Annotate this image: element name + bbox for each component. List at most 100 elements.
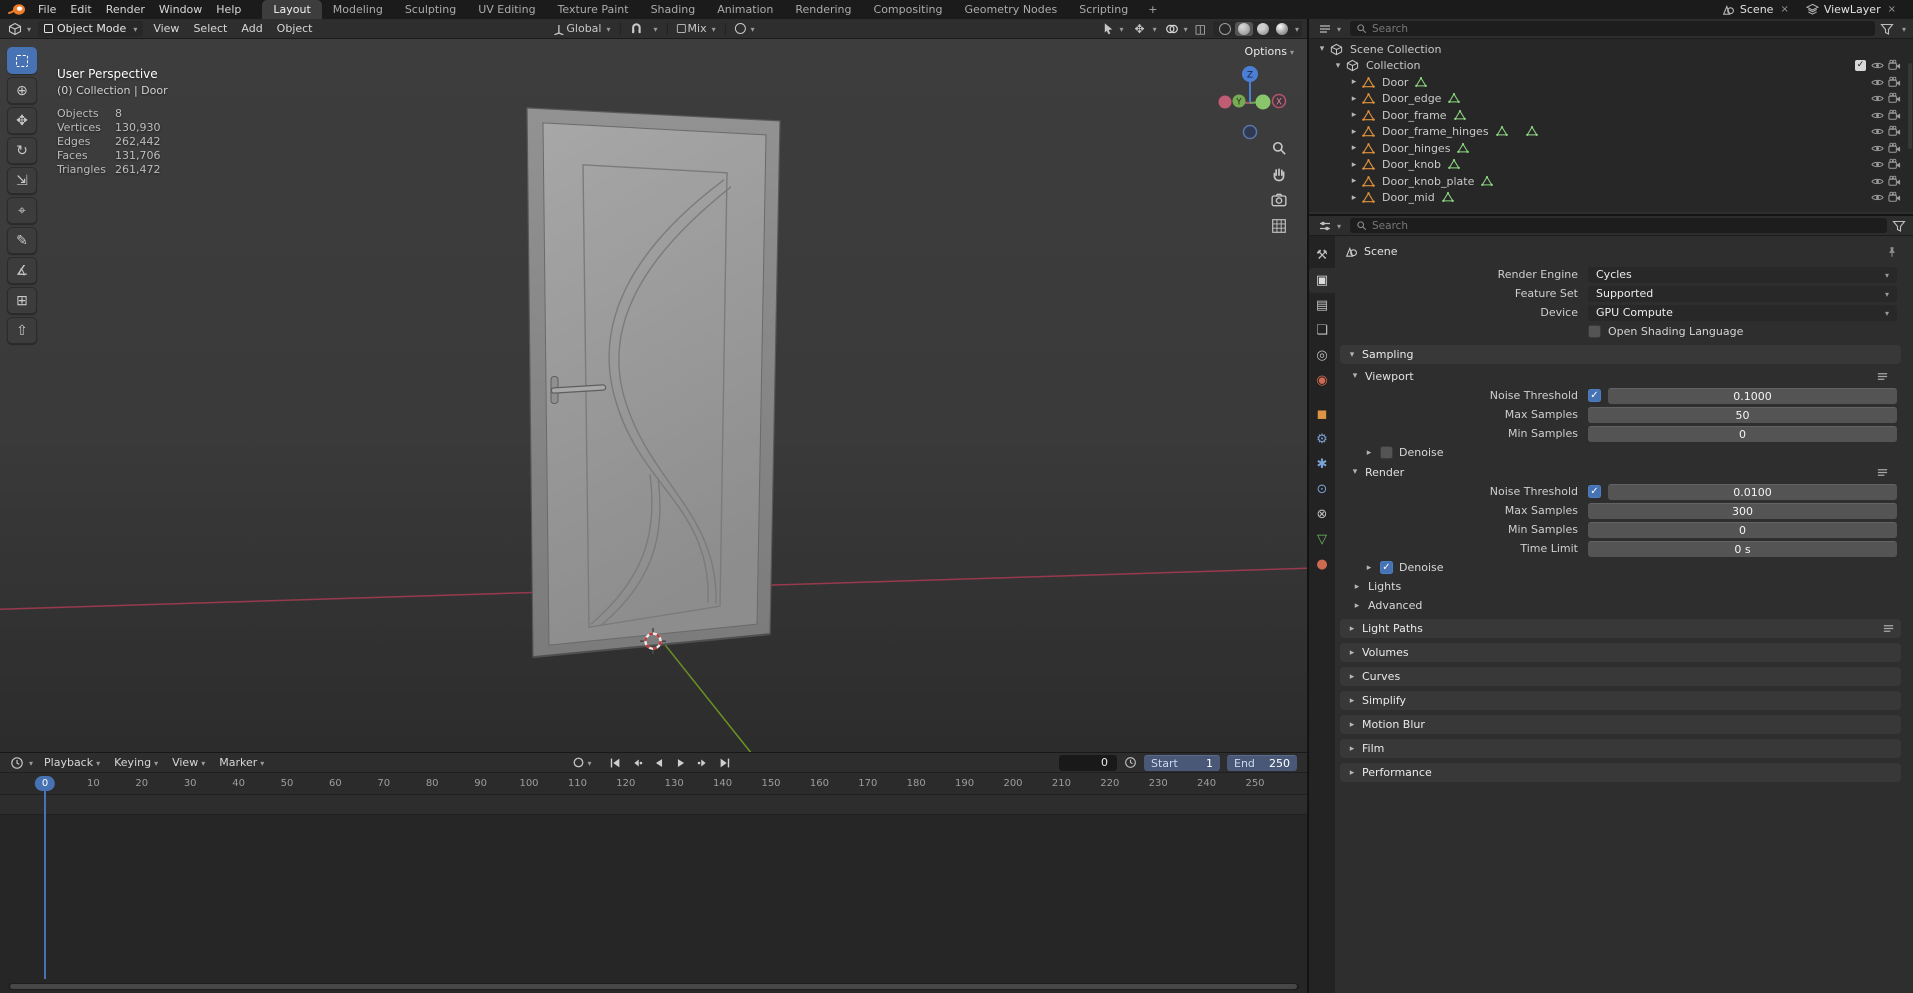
expand-icon[interactable] (1349, 193, 1359, 203)
outliner-search-input[interactable] (1372, 22, 1869, 35)
feature-set-dropdown[interactable]: Supported (1588, 285, 1897, 302)
hide-viewport-eye-icon[interactable] (1871, 125, 1884, 138)
clock-icon[interactable] (1124, 756, 1137, 769)
collection-checkbox[interactable] (1855, 60, 1866, 72)
shading-solid-button[interactable] (1234, 21, 1253, 36)
tool-transform[interactable]: ⌖ (7, 197, 37, 224)
play-reverse-button[interactable] (649, 755, 670, 771)
outliner-item-collection[interactable]: Collection (1309, 58, 1913, 75)
section-film[interactable]: Film (1340, 739, 1901, 758)
timeline-editor-type-button[interactable] (6, 756, 37, 770)
render-denoise-fold[interactable]: Denoise (1364, 559, 1903, 576)
hide-viewport-eye-icon[interactable] (1871, 142, 1884, 155)
outliner-item-door-edge[interactable]: Door_edge (1309, 91, 1913, 108)
expand-icon[interactable] (1349, 143, 1359, 153)
unlink-scene-button[interactable]: × (1778, 4, 1790, 15)
toggle-perspective-button[interactable] (1270, 217, 1287, 234)
shading-wireframe-button[interactable] (1216, 22, 1234, 36)
menu-render[interactable]: Render (99, 0, 152, 19)
tool-select-box[interactable] (7, 47, 37, 74)
door-model[interactable] (526, 107, 781, 659)
properties-tab-scene[interactable]: ◎ (1309, 343, 1335, 368)
viewlayer-selector[interactable]: ViewLayer × (1800, 2, 1904, 17)
expand-icon[interactable] (1349, 127, 1359, 137)
properties-tab-modifiers[interactable]: ⚙ (1309, 427, 1335, 452)
outliner-scrollbar[interactable] (1908, 63, 1912, 149)
filter-icon[interactable] (1880, 22, 1894, 36)
noise-threshold-field[interactable]: 0.1000 (1608, 387, 1897, 404)
section-light-paths[interactable]: Light Paths (1340, 619, 1901, 638)
menu-help[interactable]: Help (209, 0, 248, 19)
play-button[interactable] (671, 755, 692, 771)
outliner-item-scene-collection[interactable]: Scene Collection (1309, 41, 1913, 58)
advanced-fold[interactable]: Advanced (1352, 597, 1903, 614)
properties-tab-render[interactable]: ▣ (1309, 268, 1335, 293)
properties-search-input[interactable] (1372, 219, 1881, 232)
noise-threshold-field[interactable]: 0.0100 (1608, 483, 1897, 500)
add-workspace-button[interactable]: + (1139, 0, 1166, 19)
outliner-editor-type-button[interactable] (1314, 22, 1345, 36)
expand-icon[interactable] (1317, 44, 1327, 54)
playhead-badge[interactable]: 0 (34, 776, 56, 791)
viewport-menu-select[interactable]: Select (186, 22, 234, 35)
timeline-menu-playback[interactable]: Playback (37, 756, 107, 769)
preset-menu-icon[interactable] (1876, 466, 1889, 479)
section-performance[interactable]: Performance (1340, 763, 1901, 782)
section-volumes[interactable]: Volumes (1340, 643, 1901, 662)
tool-scale[interactable]: ⇲ (7, 167, 37, 194)
properties-tab-constraints[interactable]: ⊗ (1309, 502, 1335, 527)
hide-viewport-eye-icon[interactable] (1871, 76, 1884, 89)
outliner-search[interactable] (1350, 21, 1875, 36)
tool-extrude[interactable]: ⇧ (7, 317, 37, 344)
disable-render-camera-icon[interactable] (1888, 59, 1901, 72)
editor-type-button[interactable] (4, 22, 35, 36)
tab-geometry-nodes[interactable]: Geometry Nodes (953, 0, 1068, 19)
properties-tab-tool[interactable]: ⚒ (1309, 243, 1335, 268)
tool-rotate[interactable]: ↻ (7, 137, 37, 164)
outliner-item-door-hinges[interactable]: Door_hinges (1309, 140, 1913, 157)
osl-checkbox[interactable] (1588, 325, 1601, 338)
section-curves[interactable]: Curves (1340, 667, 1901, 686)
viewport-menu-object[interactable]: Object (270, 22, 320, 35)
orientation-dropdown[interactable]: Global (548, 22, 614, 35)
camera-view-button[interactable] (1270, 191, 1287, 208)
gizmos-dropdown[interactable]: ✥ (1128, 22, 1161, 36)
properties-tab-material[interactable]: ● (1309, 552, 1335, 577)
disable-render-camera-icon[interactable] (1888, 92, 1901, 105)
tab-shading[interactable]: Shading (640, 0, 707, 19)
expand-icon[interactable] (1349, 110, 1359, 120)
pan-button[interactable] (1270, 165, 1287, 182)
tool-annotate[interactable]: ✎ (7, 227, 37, 254)
end-frame-field[interactable]: End 250 (1227, 754, 1297, 771)
hide-viewport-eye-icon[interactable] (1871, 59, 1884, 72)
menu-file[interactable]: File (31, 0, 63, 19)
time-limit-field[interactable]: 0 s (1588, 540, 1897, 557)
render-engine-dropdown[interactable]: Cycles (1588, 266, 1897, 283)
tab-scripting[interactable]: Scripting (1068, 0, 1139, 19)
expand-icon[interactable] (1349, 160, 1359, 170)
timeline-menu-keying[interactable]: Keying (107, 756, 165, 769)
noise-threshold-checkbox[interactable] (1588, 389, 1601, 402)
tab-texture-paint[interactable]: Texture Paint (547, 0, 640, 19)
outliner-item-door-frame-hinges[interactable]: Door_frame_hinges (1309, 124, 1913, 141)
navigation-gizmo[interactable]: Z Y X (1211, 61, 1289, 145)
chevron-down-icon[interactable] (1899, 22, 1906, 35)
properties-tab-view-layer[interactable]: ❏ (1309, 318, 1335, 343)
tab-layout[interactable]: Layout (262, 0, 322, 19)
preset-menu-icon[interactable] (1876, 370, 1889, 383)
disable-render-camera-icon[interactable] (1888, 175, 1901, 188)
playhead-line[interactable] (44, 791, 46, 979)
disable-render-camera-icon[interactable] (1888, 76, 1901, 89)
tool-move[interactable]: ✥ (7, 107, 37, 134)
outliner-item-door-knob-plate[interactable]: Door_knob_plate (1309, 173, 1913, 190)
tab-sculpting[interactable]: Sculpting (394, 0, 467, 19)
gizmo-y-pos-ball[interactable] (1255, 94, 1271, 110)
disable-render-camera-icon[interactable] (1888, 191, 1901, 204)
tab-animation[interactable]: Animation (706, 0, 784, 19)
preset-menu-icon[interactable] (1882, 622, 1895, 635)
xray-toggle[interactable]: ◫ (1192, 22, 1209, 36)
viewport-menu-add[interactable]: Add (234, 22, 269, 35)
lights-fold[interactable]: Lights (1352, 578, 1903, 595)
properties-editor-type-button[interactable] (1314, 219, 1345, 233)
filter-icon[interactable] (1892, 219, 1906, 233)
